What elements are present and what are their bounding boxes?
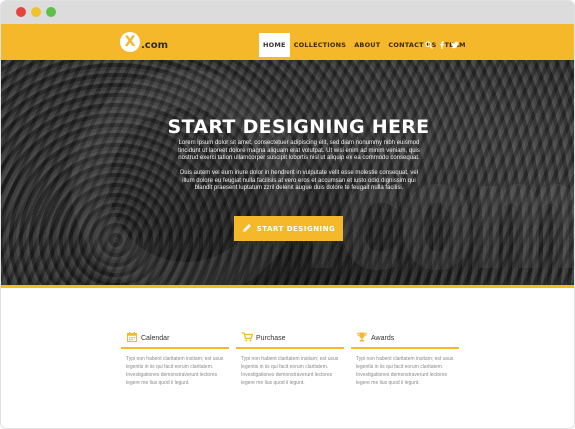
- pencil-icon: [242, 223, 252, 235]
- feature-divider: [236, 347, 344, 349]
- twitter-icon[interactable]: [451, 41, 459, 49]
- hero-paragraph-2: Duis autem vel eum iriure dolor in hendr…: [179, 170, 419, 192]
- top-navbar: X .com HOME COLLECTIONS ABOUT CONTACT US…: [1, 24, 574, 60]
- feature-calendar: Calendar Typi non habent claritatem insi…: [121, 331, 229, 387]
- feature-description: Typi non habent claritatem insitam; est …: [356, 356, 454, 386]
- feature-description: Typi non habent claritatem insitam; est …: [126, 356, 224, 386]
- nav-icons: [425, 41, 459, 49]
- feature-header: Purchase: [236, 331, 344, 345]
- minimize-button[interactable]: [31, 7, 41, 17]
- feature-title: Awards: [371, 334, 395, 342]
- feature-divider: [351, 347, 459, 349]
- feature-purchase: Purchase Typi non habent claritatem insi…: [236, 331, 344, 387]
- hero-title: START DESIGNING HERE: [167, 116, 430, 138]
- hero-paragraph-1: Lorem ipsum dolor sit amet, consectetuer…: [178, 140, 420, 162]
- logo-text: .com: [141, 39, 169, 51]
- browser-titlebar: [1, 1, 574, 24]
- feature-divider: [121, 347, 229, 349]
- feature-header: Awards: [351, 331, 459, 345]
- nav-item-collections[interactable]: COLLECTIONS: [290, 33, 351, 57]
- feature-description: Typi non habent claritatem insitam; est …: [241, 356, 339, 386]
- close-button[interactable]: [16, 7, 26, 17]
- start-designing-label: START DESIGNING: [256, 224, 336, 233]
- feature-header: Calendar: [121, 331, 229, 345]
- feature-awards: Awards Typi non habent claritatem insita…: [351, 331, 459, 387]
- cart-icon: [242, 332, 254, 344]
- trophy-icon: [357, 332, 367, 344]
- site-logo[interactable]: X .com: [120, 31, 168, 53]
- hero-bottom-border: [1, 285, 574, 288]
- browser-window: X .com HOME COLLECTIONS ABOUT CONTACT US…: [0, 0, 575, 429]
- calendar-icon: [127, 332, 137, 344]
- start-designing-button[interactable]: START DESIGNING: [234, 216, 343, 241]
- facebook-icon[interactable]: [438, 41, 446, 49]
- feature-title: Calendar: [141, 334, 170, 342]
- nav-item-home[interactable]: HOME: [259, 33, 290, 57]
- logo-mark: X: [120, 32, 140, 52]
- search-icon[interactable]: [425, 41, 433, 49]
- nav-item-about[interactable]: ABOUT: [350, 33, 384, 57]
- hero-banner: .com START DESIGNING HERE Lorem ipsum do…: [1, 60, 574, 285]
- maximize-button[interactable]: [46, 7, 56, 17]
- feature-title: Purchase: [256, 334, 286, 342]
